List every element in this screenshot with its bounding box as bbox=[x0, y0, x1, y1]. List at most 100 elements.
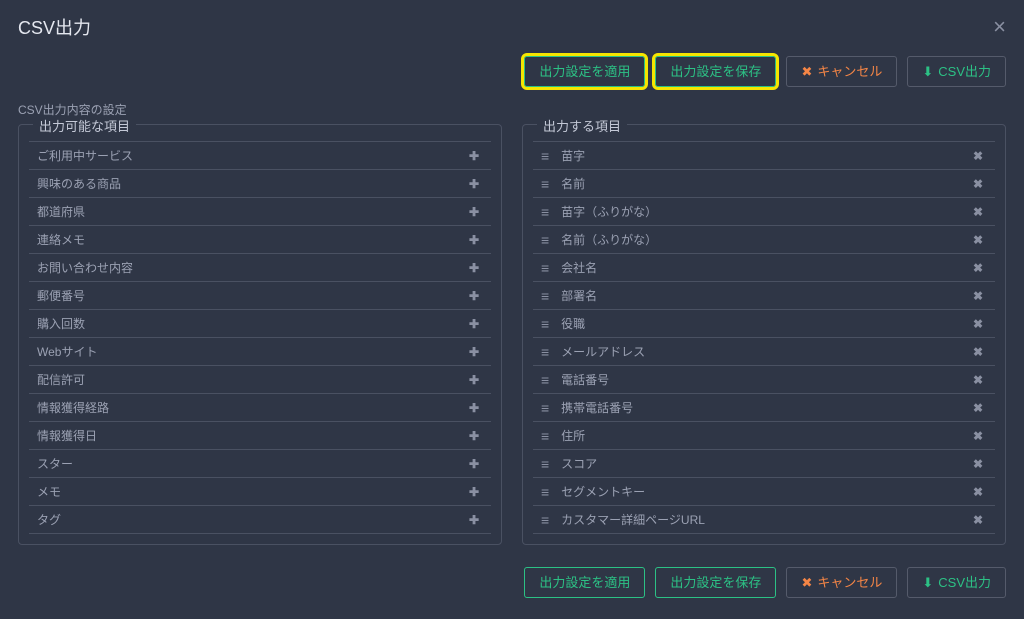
available-fields-panel: 出力可能な項目 ご利用中サービス✚興味のある商品✚都道府県✚連絡メモ✚お問い合わ… bbox=[18, 124, 502, 545]
apply-settings-button[interactable]: 出力設定を適用 bbox=[524, 56, 645, 87]
selected-fields-panel: 出力する項目 ≡苗字✖≡名前✖≡苗字（ふりがな）✖≡名前（ふりがな）✖≡会社名✖… bbox=[522, 124, 1006, 545]
selected-item[interactable]: ≡ 名前（ふりがな）✖ bbox=[533, 226, 995, 254]
selected-item[interactable]: ≡ 会社名✖ bbox=[533, 254, 995, 282]
available-item[interactable]: タグ✚ bbox=[29, 506, 491, 534]
save-settings-button[interactable]: 出力設定を保存 bbox=[655, 56, 776, 87]
selected-item[interactable]: ≡ 携帯電話番号✖ bbox=[533, 394, 995, 422]
remove-icon[interactable]: ✖ bbox=[969, 457, 987, 471]
drag-handle-icon[interactable]: ≡ bbox=[541, 400, 547, 416]
top-action-bar: 出力設定を適用 出力設定を保存 ✖キャンセル ⬇CSV出力 bbox=[0, 50, 1024, 97]
available-item[interactable]: お問い合わせ内容✚ bbox=[29, 254, 491, 282]
selected-item[interactable]: ≡役職✖ bbox=[533, 310, 995, 338]
plus-icon[interactable]: ✚ bbox=[465, 429, 483, 443]
cancel-button[interactable]: ✖キャンセル bbox=[786, 56, 897, 87]
selected-item[interactable]: ≡ 名前✖ bbox=[533, 170, 995, 198]
selected-item[interactable]: ≡ メールアドレス✖ bbox=[533, 338, 995, 366]
selected-item[interactable]: ≡ セグメントキー✖ bbox=[533, 478, 995, 506]
remove-icon[interactable]: ✖ bbox=[969, 233, 987, 247]
remove-icon[interactable]: ✖ bbox=[969, 289, 987, 303]
drag-handle-icon[interactable]: ≡ bbox=[541, 316, 547, 332]
remove-icon[interactable]: ✖ bbox=[969, 485, 987, 499]
item-label: メモ bbox=[37, 483, 465, 500]
selected-item[interactable]: ≡部署名✖ bbox=[533, 282, 995, 310]
available-item[interactable]: 連絡メモ✚ bbox=[29, 226, 491, 254]
cancel-button-bottom[interactable]: ✖キャンセル bbox=[786, 567, 897, 598]
drag-handle-icon[interactable]: ≡ bbox=[541, 344, 547, 360]
remove-icon[interactable]: ✖ bbox=[969, 345, 987, 359]
plus-icon[interactable]: ✚ bbox=[465, 373, 483, 387]
available-item[interactable]: 情報獲得経路✚ bbox=[29, 394, 491, 422]
remove-icon[interactable]: ✖ bbox=[969, 149, 987, 163]
drag-handle-icon[interactable]: ≡ bbox=[541, 372, 547, 388]
plus-icon[interactable]: ✚ bbox=[465, 457, 483, 471]
item-label: 興味のある商品 bbox=[37, 175, 465, 192]
item-label: セグメントキー bbox=[561, 483, 969, 500]
plus-icon[interactable]: ✚ bbox=[465, 233, 483, 247]
drag-handle-icon[interactable]: ≡ bbox=[541, 148, 547, 164]
available-item[interactable]: 購入回数✚ bbox=[29, 310, 491, 338]
item-label: Webサイト bbox=[37, 343, 465, 360]
remove-icon[interactable]: ✖ bbox=[969, 317, 987, 331]
selected-item[interactable]: ≡ 住所✖ bbox=[533, 422, 995, 450]
remove-icon[interactable]: ✖ bbox=[969, 429, 987, 443]
selected-item[interactable]: ≡スコア✖ bbox=[533, 450, 995, 478]
remove-icon[interactable]: ✖ bbox=[969, 401, 987, 415]
available-item[interactable]: 郵便番号✚ bbox=[29, 282, 491, 310]
item-label: 住所 bbox=[561, 427, 969, 444]
drag-handle-icon[interactable]: ≡ bbox=[541, 456, 547, 472]
plus-icon[interactable]: ✚ bbox=[465, 205, 483, 219]
item-label: 名前（ふりがな） bbox=[561, 231, 969, 248]
available-item[interactable]: Webサイト✚ bbox=[29, 338, 491, 366]
item-label: 携帯電話番号 bbox=[561, 399, 969, 416]
remove-icon[interactable]: ✖ bbox=[969, 177, 987, 191]
apply-settings-button-bottom[interactable]: 出力設定を適用 bbox=[524, 567, 645, 598]
close-icon[interactable]: × bbox=[993, 16, 1006, 38]
remove-icon[interactable]: ✖ bbox=[969, 373, 987, 387]
selected-item[interactable]: ≡苗字✖ bbox=[533, 141, 995, 170]
available-item[interactable]: 興味のある商品✚ bbox=[29, 170, 491, 198]
plus-icon[interactable]: ✚ bbox=[465, 401, 483, 415]
section-label: CSV出力内容の設定 bbox=[0, 97, 1024, 124]
drag-handle-icon[interactable]: ≡ bbox=[541, 204, 547, 220]
drag-handle-icon[interactable]: ≡ bbox=[541, 176, 547, 192]
item-label: 購入回数 bbox=[37, 315, 465, 332]
selected-item[interactable]: ≡ カスタマー詳細ページURL✖ bbox=[533, 506, 995, 534]
plus-icon[interactable]: ✚ bbox=[465, 485, 483, 499]
drag-handle-icon[interactable]: ≡ bbox=[541, 288, 547, 304]
drag-handle-icon[interactable]: ≡ bbox=[541, 484, 547, 500]
available-item[interactable]: 情報獲得日✚ bbox=[29, 422, 491, 450]
drag-handle-icon[interactable]: ≡ bbox=[541, 512, 547, 528]
panels-container: 出力可能な項目 ご利用中サービス✚興味のある商品✚都道府県✚連絡メモ✚お問い合わ… bbox=[0, 124, 1024, 545]
available-item[interactable]: 都道府県✚ bbox=[29, 198, 491, 226]
save-settings-button-bottom[interactable]: 出力設定を保存 bbox=[655, 567, 776, 598]
plus-icon[interactable]: ✚ bbox=[465, 177, 483, 191]
remove-icon[interactable]: ✖ bbox=[969, 513, 987, 527]
plus-icon[interactable]: ✚ bbox=[465, 317, 483, 331]
item-label: カスタマー詳細ページURL bbox=[561, 511, 969, 528]
available-item[interactable]: メモ✚ bbox=[29, 478, 491, 506]
drag-handle-icon[interactable]: ≡ bbox=[541, 260, 547, 276]
item-label: 名前 bbox=[561, 175, 969, 192]
item-label: 郵便番号 bbox=[37, 287, 465, 304]
plus-icon[interactable]: ✚ bbox=[465, 289, 483, 303]
selected-item[interactable]: ≡苗字（ふりがな）✖ bbox=[533, 198, 995, 226]
item-label: 情報獲得日 bbox=[37, 427, 465, 444]
plus-icon[interactable]: ✚ bbox=[465, 149, 483, 163]
drag-handle-icon[interactable]: ≡ bbox=[541, 232, 547, 248]
remove-icon[interactable]: ✖ bbox=[969, 205, 987, 219]
available-item[interactable]: 配信許可✚ bbox=[29, 366, 491, 394]
item-label: 会社名 bbox=[561, 259, 969, 276]
available-item[interactable]: スター✚ bbox=[29, 450, 491, 478]
selected-item[interactable]: ≡電話番号✖ bbox=[533, 366, 995, 394]
plus-icon[interactable]: ✚ bbox=[465, 345, 483, 359]
csv-export-button[interactable]: ⬇CSV出力 bbox=[907, 56, 1006, 87]
available-list: ご利用中サービス✚興味のある商品✚都道府県✚連絡メモ✚お問い合わせ内容✚郵便番号… bbox=[29, 141, 491, 534]
plus-icon[interactable]: ✚ bbox=[465, 261, 483, 275]
item-label: メールアドレス bbox=[561, 343, 969, 360]
remove-icon[interactable]: ✖ bbox=[969, 261, 987, 275]
available-item[interactable]: ご利用中サービス✚ bbox=[29, 141, 491, 170]
plus-icon[interactable]: ✚ bbox=[465, 513, 483, 527]
csv-export-button-bottom[interactable]: ⬇CSV出力 bbox=[907, 567, 1006, 598]
drag-handle-icon[interactable]: ≡ bbox=[541, 428, 547, 444]
item-label: 情報獲得経路 bbox=[37, 399, 465, 416]
